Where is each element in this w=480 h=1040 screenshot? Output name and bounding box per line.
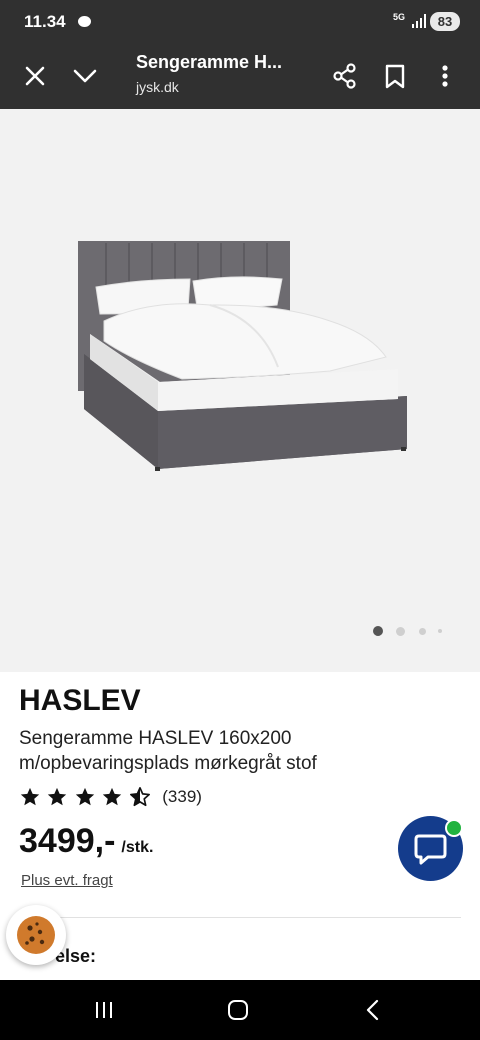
- price-unit: /stk.: [121, 839, 154, 856]
- product-description: Sengeramme HASLEV 160x200 m/opbevaringsp…: [19, 728, 317, 774]
- gallery-pagination: [370, 625, 450, 637]
- product-price: 3499,- /stk.: [19, 822, 153, 861]
- back-icon[interactable]: [357, 996, 389, 1024]
- star-half-icon: [129, 787, 150, 807]
- share-icon[interactable]: [329, 60, 361, 92]
- online-indicator: [445, 819, 463, 837]
- star-full-icon: [20, 787, 40, 806]
- bookmark-icon[interactable]: [379, 60, 411, 92]
- cookie-consent-button[interactable]: [6, 905, 66, 965]
- product-rating[interactable]: (339): [19, 786, 202, 808]
- cookie-icon: [17, 916, 55, 954]
- star-full-icon: [103, 787, 122, 806]
- chat-button[interactable]: [398, 816, 463, 881]
- status-bar: 11.34 5G 83: [0, 0, 480, 44]
- recents-icon[interactable]: [88, 996, 120, 1024]
- signal-icon: [412, 14, 426, 28]
- browser-toolbar: Sengeramme H... jysk.dk: [0, 44, 480, 109]
- product-image-gallery[interactable]: [0, 109, 480, 672]
- freight-link[interactable]: Plus evt. fragt: [21, 872, 113, 889]
- review-count: (339): [162, 787, 202, 806]
- gallery-dot-1[interactable]: [373, 626, 383, 636]
- battery-indicator: 83: [430, 12, 460, 31]
- product-brand: HASLEV: [19, 684, 141, 717]
- star-full-icon: [48, 787, 67, 806]
- divider: [19, 917, 461, 918]
- gallery-dot-2[interactable]: [396, 627, 405, 636]
- status-time: 11.34: [24, 12, 66, 31]
- more-vert-icon[interactable]: [429, 60, 461, 92]
- page-url: jysk.dk: [136, 79, 179, 95]
- price-amount: 3499,-: [19, 822, 116, 860]
- system-navigation-bar: [0, 980, 480, 1040]
- home-icon[interactable]: [222, 996, 254, 1024]
- product-image: [78, 241, 407, 471]
- network-type: 5G: [393, 12, 406, 22]
- gallery-dot-3[interactable]: [419, 628, 426, 635]
- close-icon[interactable]: [19, 60, 51, 92]
- chevron-down-icon[interactable]: [69, 60, 101, 92]
- message-notification-icon: [78, 16, 91, 27]
- page-title: Sengeramme H...: [136, 52, 283, 72]
- star-full-icon: [75, 787, 95, 806]
- gallery-dot-4[interactable]: [438, 629, 442, 633]
